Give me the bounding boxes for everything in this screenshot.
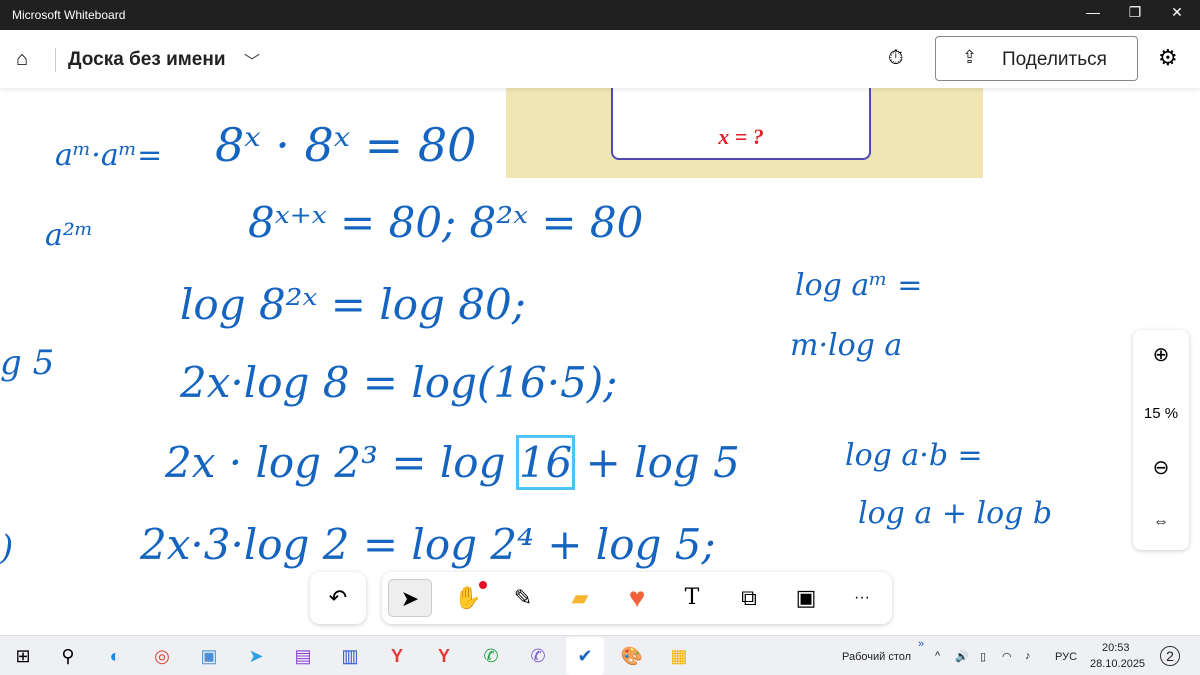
clock-date[interactable]: 28.10.2025: [1090, 658, 1145, 670]
desktop-toolbar[interactable]: Рабочий стол: [842, 651, 911, 663]
telegram-icon[interactable]: ➤: [243, 644, 269, 668]
zoom-panel: ⊕ 15 % ⊖ ⇔: [1133, 330, 1189, 550]
shapes-icon[interactable]: ⧉: [729, 579, 769, 617]
maximize-button[interactable]: ❐: [1124, 4, 1146, 26]
undo-icon[interactable]: ↶: [318, 579, 358, 617]
templates-icon[interactable]: ▣: [786, 579, 826, 617]
zoom-out-icon[interactable]: ⊖: [1133, 455, 1189, 480]
ink-formula[interactable]: ): [0, 528, 13, 568]
paint-icon[interactable]: 🎨: [619, 644, 645, 668]
title-bar: Microsoft Whiteboard — ❐ ✕: [0, 0, 1200, 30]
start-icon[interactable]: ⊞: [10, 644, 36, 668]
taskbar: ⊞ ⚲ ◐ ◎ ▣ ➤ ▤ ▥ Y Y ✆ ✆ ✔ 🎨 ▦ Рабочий ст…: [0, 635, 1200, 675]
chevron-down-icon[interactable]: ﹀: [244, 48, 260, 72]
toolbar-expand-icon[interactable]: »: [918, 638, 924, 650]
share-button[interactable]: ⇪ Поделиться: [935, 36, 1138, 81]
ink-formula[interactable]: log aᵐ =: [795, 268, 922, 303]
whiteboard-taskbar-icon[interactable]: ✔: [566, 637, 604, 675]
text-tool-icon[interactable]: T: [672, 579, 712, 617]
app-icon[interactable]: ▤: [290, 644, 316, 668]
app-title: Microsoft Whiteboard: [12, 8, 126, 22]
whiteboard-canvas[interactable]: x = ? aᵐ·aᵐ= a²ᵐ g 5 ) 8ˣ · 8ˣ = 80 8ˣ⁺ˣ…: [0, 88, 1200, 635]
notification-dot: [479, 581, 487, 589]
close-button[interactable]: ✕: [1166, 4, 1188, 26]
pen-tool-icon[interactable]: ✎: [503, 579, 543, 617]
reactions-heart-icon[interactable]: ♥: [617, 579, 657, 617]
yandex-icon[interactable]: Y: [384, 644, 410, 668]
file-explorer-icon[interactable]: ▦: [666, 644, 692, 668]
ink-formula[interactable]: 2x·log 8 = log(16·5);: [180, 358, 617, 407]
magnifier-app-icon[interactable]: ▣: [196, 644, 222, 668]
ink-formula[interactable]: log a·b =: [845, 438, 983, 473]
language-indicator[interactable]: РУС: [1055, 651, 1077, 663]
search-icon[interactable]: ⚲: [55, 644, 81, 668]
ink-formula[interactable]: aᵐ·aᵐ=: [55, 138, 162, 173]
undo-toolbar: ↶: [310, 572, 366, 624]
board-title[interactable]: Доска без имени: [68, 49, 226, 71]
ink-formula[interactable]: m·log a: [790, 328, 902, 363]
tray-overflow-icon[interactable]: ^: [935, 650, 940, 662]
divider: [55, 48, 56, 72]
ink-formula[interactable]: a²ᵐ: [45, 218, 93, 253]
image-frame: x = ?: [611, 88, 871, 160]
selected-ink[interactable]: 16: [515, 435, 576, 490]
ink-formula[interactable]: log a + log b: [858, 496, 1052, 531]
home-icon[interactable]: ⌂: [16, 48, 28, 71]
share-label: Поделиться: [1002, 49, 1107, 70]
edge-icon[interactable]: ◐: [102, 644, 128, 668]
ink-formula[interactable]: g 5: [0, 343, 54, 383]
ink-formula[interactable]: 8ˣ · 8ˣ = 80: [215, 118, 476, 172]
ink-part: 2x · log 2³ = log: [165, 438, 519, 487]
zoom-in-icon[interactable]: ⊕: [1133, 342, 1189, 367]
notifications-icon[interactable]: 2: [1160, 646, 1180, 666]
ink-part: + log 5: [572, 438, 740, 487]
battery-icon[interactable]: ▯: [980, 650, 986, 663]
fit-to-screen-icon[interactable]: ⇔: [1133, 513, 1189, 531]
sticky-note-icon[interactable]: ▰: [560, 579, 600, 617]
ink-formula[interactable]: 2x · log 2³ = log 16 + log 5: [165, 435, 740, 490]
app-header: ⌂ Доска без имени ﹀ ⏱ ⇪ Поделиться ⚙: [0, 30, 1200, 88]
zoom-level: 15 %: [1143, 405, 1179, 422]
question-text: x = ?: [718, 124, 764, 149]
chrome-icon[interactable]: ◎: [149, 644, 175, 668]
share-icon: ⇪: [962, 47, 978, 67]
ink-formula[interactable]: 2x·3·log 2 = log 2⁴ + log 5;: [140, 520, 716, 569]
wifi-icon[interactable]: ◠: [1002, 650, 1012, 663]
main-toolbar: ➤ ✋ ✎ ▰ ♥ T ⧉ ▣ ···: [382, 572, 892, 624]
clock-time[interactable]: 20:53: [1102, 642, 1130, 654]
gear-icon[interactable]: ⚙: [1158, 45, 1178, 71]
volume-icon[interactable]: 🔊: [955, 650, 969, 663]
minimize-button[interactable]: —: [1082, 4, 1104, 26]
viber-icon[interactable]: ✆: [525, 644, 551, 668]
pen-tray-icon[interactable]: ♪: [1025, 650, 1031, 662]
yandex-browser-icon[interactable]: Y: [431, 644, 457, 668]
ink-formula[interactable]: log 8²ˣ = log 80;: [180, 280, 526, 329]
timer-icon[interactable]: ⏱: [888, 47, 904, 70]
select-tool-icon[interactable]: ➤: [388, 579, 432, 617]
pasted-image[interactable]: x = ?: [506, 88, 983, 178]
whatsapp-icon[interactable]: ✆: [478, 644, 504, 668]
more-icon[interactable]: ···: [842, 579, 882, 617]
remote-app-icon[interactable]: ▥: [337, 644, 363, 668]
ink-formula[interactable]: 8ˣ⁺ˣ = 80; 8²ˣ = 80: [248, 198, 643, 247]
